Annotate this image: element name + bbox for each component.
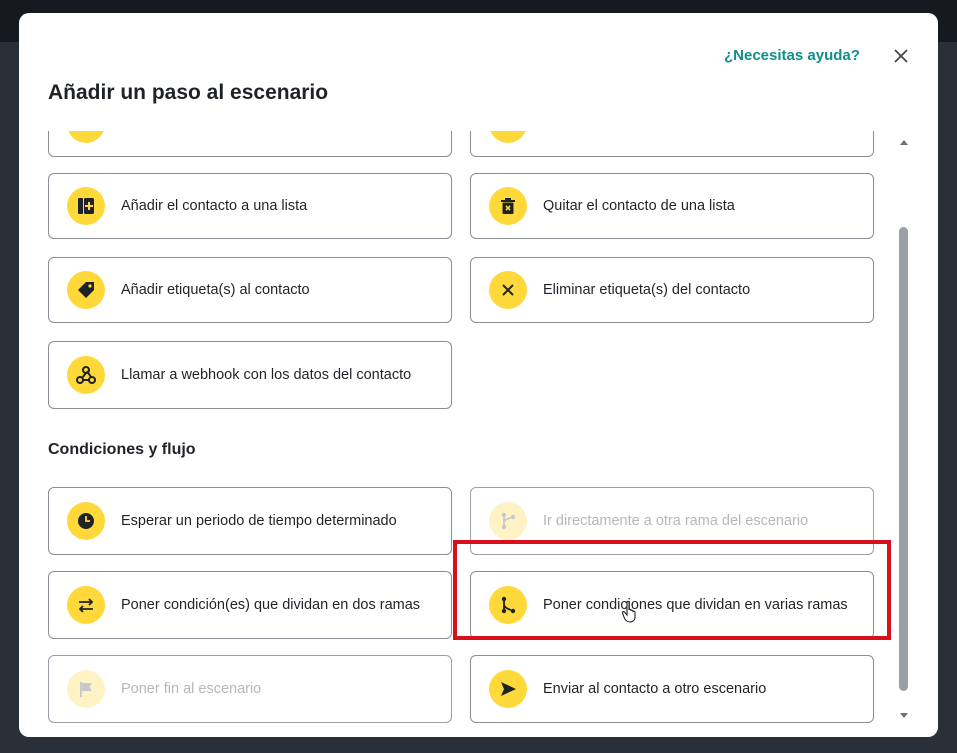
step-label: Añadir el contacto a una lista xyxy=(121,198,308,214)
scroll-down-arrow-icon[interactable] xyxy=(899,711,909,721)
step-wait[interactable]: Esperar un periodo de tiempo determinado xyxy=(48,487,452,555)
step-goto-branch: Ir directamente a otra rama del escenari… xyxy=(470,487,874,555)
step-webhook[interactable]: Llamar a webhook con los datos del conta… xyxy=(48,341,452,409)
step-label: Añadir etiqueta(s) al contacto xyxy=(121,282,310,298)
step-remove-from-list[interactable]: Quitar el contacto de una lista xyxy=(470,173,874,239)
clock-icon xyxy=(67,502,105,540)
add-to-list-icon xyxy=(67,187,105,225)
step-card-partial-left[interactable] xyxy=(48,131,452,157)
step-label: Eliminar etiqueta(s) del contacto xyxy=(543,282,751,298)
step-label: Quitar el contacto de una lista xyxy=(543,198,735,214)
tag-icon xyxy=(67,271,105,309)
step-add-tags[interactable]: Añadir etiqueta(s) al contacto xyxy=(48,257,452,323)
step-end-scenario: Poner fin al escenario xyxy=(48,655,452,723)
step-label: Llamar a webhook con los datos del conta… xyxy=(121,367,412,383)
help-link[interactable]: ¿Necesitas ayuda? xyxy=(724,47,860,64)
step-label: Ir directamente a otra rama del escenari… xyxy=(543,513,809,529)
scroll-up-arrow-icon[interactable] xyxy=(899,137,909,147)
step-label: Poner fin al escenario xyxy=(121,681,262,697)
step-card-partial-right[interactable] xyxy=(470,131,874,157)
step-label: Esperar un periodo de tiempo determinado xyxy=(121,513,397,529)
send-icon xyxy=(489,670,527,708)
split-arrows-icon xyxy=(67,586,105,624)
step-icon-partial xyxy=(67,131,105,143)
step-split-two[interactable]: Poner condición(es) que dividan en dos r… xyxy=(48,571,452,639)
scrollbar-thumb[interactable] xyxy=(899,227,908,691)
section-title-conditions-flow: Condiciones y flujo xyxy=(48,441,196,458)
close-icon xyxy=(894,49,908,63)
multi-branch-icon xyxy=(489,586,527,624)
step-label: Poner condiciones que dividan en varias … xyxy=(543,597,848,613)
step-icon-partial xyxy=(489,131,527,143)
step-label: Enviar al contacto a otro escenario xyxy=(543,681,767,697)
steps-list: Añadir el contacto a una lista Quitar el… xyxy=(19,131,899,731)
step-label: Poner condición(es) que dividan en dos r… xyxy=(121,597,421,613)
scrollbar[interactable] xyxy=(897,137,911,721)
step-remove-tags[interactable]: Eliminar etiqueta(s) del contacto xyxy=(470,257,874,323)
step-add-to-list[interactable]: Añadir el contacto a una lista xyxy=(48,173,452,239)
trash-icon xyxy=(489,187,527,225)
close-button[interactable] xyxy=(889,44,913,68)
flag-icon xyxy=(67,670,105,708)
step-split-multi[interactable]: Poner condiciones que dividan en varias … xyxy=(470,571,874,639)
branch-jump-icon xyxy=(489,502,527,540)
remove-x-icon xyxy=(489,271,527,309)
webhook-icon xyxy=(67,356,105,394)
add-step-modal: ¿Necesitas ayuda? Añadir un paso al esce… xyxy=(19,13,938,737)
step-send-other-scenario[interactable]: Enviar al contacto a otro escenario xyxy=(470,655,874,723)
modal-title: Añadir un paso al escenario xyxy=(48,81,329,104)
